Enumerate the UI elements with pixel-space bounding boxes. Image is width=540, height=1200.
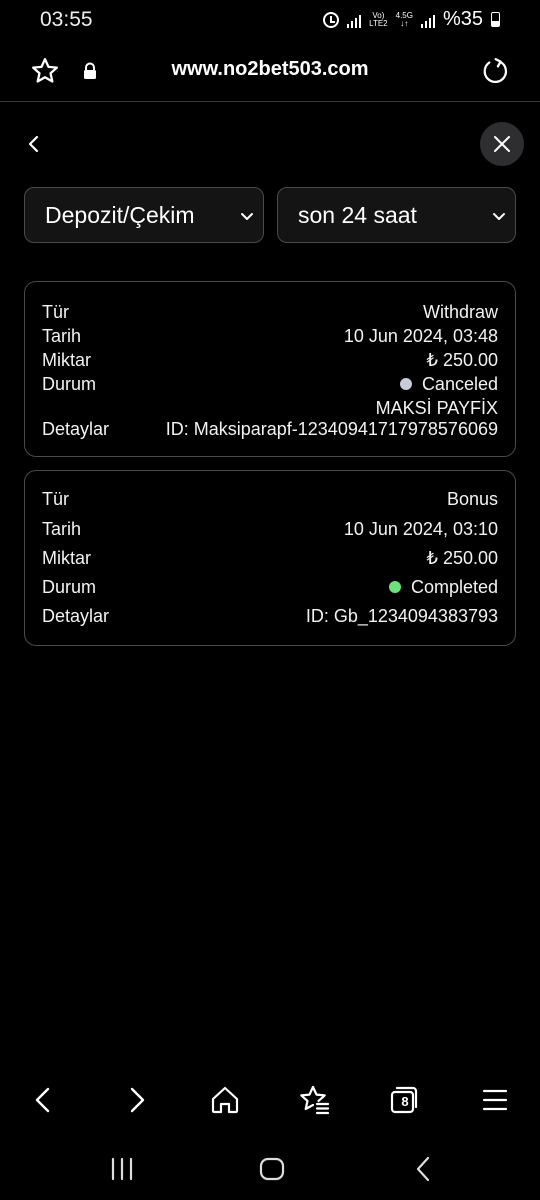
signal-icon <box>347 12 362 28</box>
battery-icon <box>491 12 500 27</box>
label-amount: Miktar <box>42 349 91 370</box>
status-icons: Vo) LTE2 4.5G ↓↑ %35 <box>323 8 500 31</box>
battery-percent: %35 <box>442 8 483 30</box>
transaction-card: Tür Withdraw Tarih 10 Jun 2024, 03:48 Mi… <box>24 281 516 457</box>
row-amount: Miktar ₺ 250.00 <box>42 544 498 572</box>
status-dot-icon <box>388 581 401 593</box>
transaction-type-value: Depozit/Çekim <box>45 201 195 228</box>
chevron-down-icon <box>241 213 253 220</box>
status-bar: 03:55 Vo) LTE2 4.5G ↓↑ %35 <box>0 0 540 40</box>
reload-icon[interactable] <box>480 56 510 86</box>
alarm-icon <box>323 11 340 28</box>
row-status: Durum Completed <box>42 573 498 601</box>
value-details: ID: Gb_1234094383793 <box>305 605 498 626</box>
time-period-value: son 24 saat <box>298 201 417 228</box>
label-date: Tarih <box>42 518 82 539</box>
value-type: Withdraw <box>422 301 498 322</box>
row-details: Detaylar ID: Gb_1234094383793 <box>42 602 498 630</box>
back-button[interactable] <box>22 132 46 156</box>
value-amount: ₺ 250.00 <box>426 547 498 568</box>
label-status: Durum <box>42 373 97 394</box>
transaction-card: Tür Bonus Tarih 10 Jun 2024, 03:10 Mikta… <box>24 470 516 646</box>
value-date: 10 Jun 2024, 03:10 <box>343 518 498 539</box>
browser-forward-icon[interactable] <box>120 1084 152 1116</box>
value-type: Bonus <box>446 488 498 509</box>
chevron-down-icon <box>493 213 505 220</box>
label-type: Tür <box>42 488 69 509</box>
recent-apps-icon[interactable] <box>107 1154 137 1184</box>
value-status: Completed <box>388 576 498 598</box>
status-text: Canceled <box>421 373 498 394</box>
lte-label: LTE2 <box>369 18 388 28</box>
browser-address-bar: www.no2bet503.com <box>0 40 540 102</box>
label-date: Tarih <box>42 325 82 346</box>
data-arrows-icon: ↓↑ <box>400 18 409 28</box>
system-back-icon[interactable] <box>409 1154 439 1184</box>
row-date: Tarih 10 Jun 2024, 03:10 <box>42 515 498 543</box>
volte-indicator: Vo) LTE2 <box>369 11 388 28</box>
tab-count: 8 <box>401 1094 409 1109</box>
value-date: 10 Jun 2024, 03:48 <box>343 325 498 346</box>
menu-icon[interactable] <box>479 1084 511 1116</box>
close-icon <box>494 136 510 152</box>
network-gen-indicator: 4.5G ↓↑ <box>396 11 413 28</box>
status-dot-icon <box>399 378 412 390</box>
label-details: Detaylar <box>42 418 110 439</box>
close-button[interactable] <box>480 122 524 166</box>
row-details: Detaylar ID: Maksiparapf-123409417179785… <box>42 415 498 443</box>
value-amount: ₺ 250.00 <box>426 349 498 370</box>
browser-back-icon[interactable] <box>28 1084 60 1116</box>
label-status: Durum <box>42 576 97 597</box>
tabs-button[interactable]: 8 <box>388 1084 420 1116</box>
system-nav-bar <box>0 1140 540 1200</box>
label-type: Tür <box>42 301 69 322</box>
browser-bottom-nav: 8 <box>0 1072 540 1128</box>
label-amount: Miktar <box>42 547 91 568</box>
transaction-type-select[interactable]: Depozit/Çekim <box>24 187 264 243</box>
signal-icon-2 <box>420 12 435 28</box>
status-text: Completed <box>410 576 498 597</box>
url-text[interactable]: www.no2bet503.com <box>0 58 540 81</box>
time-period-select[interactable]: son 24 saat <box>277 187 516 243</box>
value-status: Canceled <box>399 373 498 395</box>
row-type: Tür Bonus <box>42 485 498 513</box>
value-details: ID: Maksiparapf-12340941717978576069 <box>165 418 498 439</box>
home-icon[interactable] <box>209 1084 241 1116</box>
status-time: 03:55 <box>40 8 93 31</box>
label-details: Detaylar <box>42 605 110 626</box>
home-button-icon[interactable] <box>257 1154 287 1184</box>
bookmarks-icon[interactable] <box>299 1084 331 1116</box>
